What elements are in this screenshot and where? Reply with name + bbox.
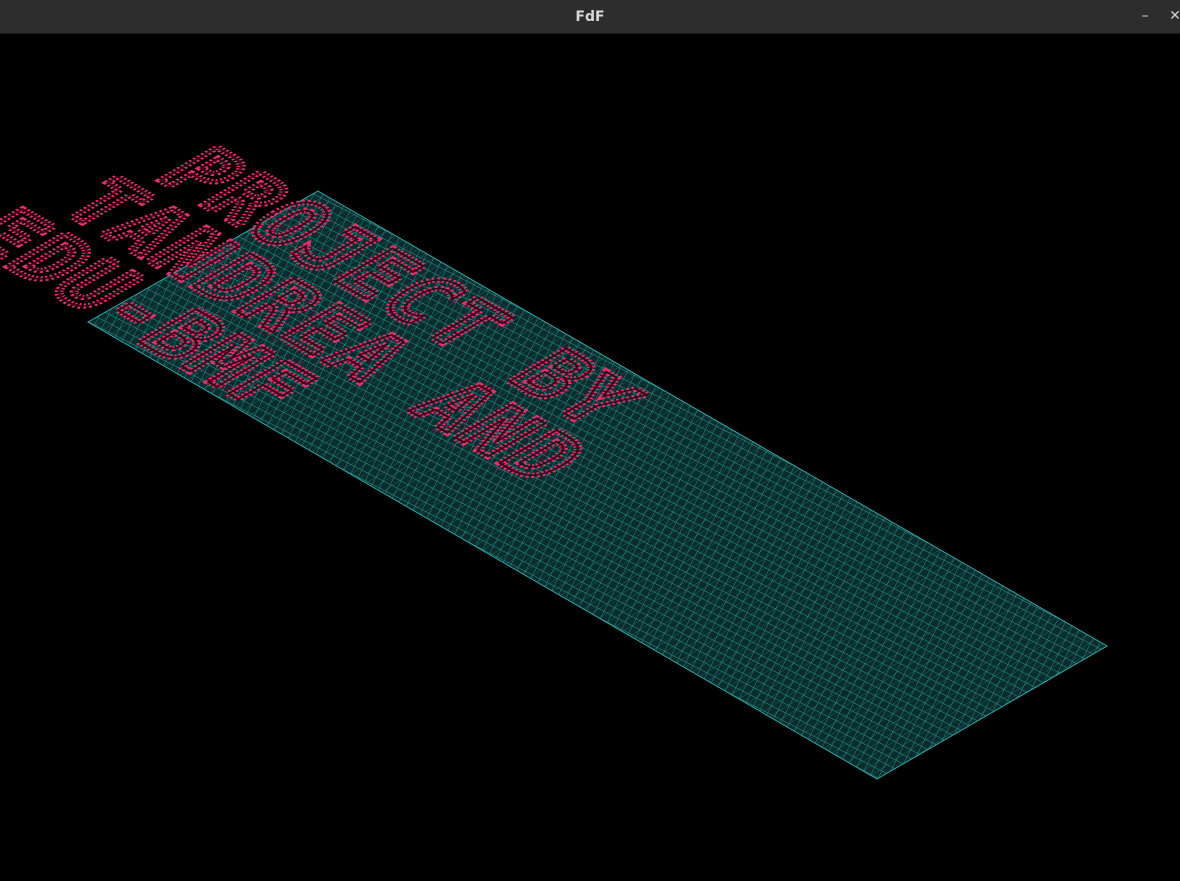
minimize-icon[interactable]: – <box>1134 0 1156 34</box>
title-bar: FdF – ✕ <box>0 0 1180 34</box>
close-icon[interactable]: ✕ <box>1164 0 1180 34</box>
render-canvas: PPRROOJJEECCTT BBYYTTAANNDDRREEAA AANNDD… <box>0 34 1180 881</box>
wireframe-map: PPRROOJJEECCTT BBYYTTAANNDDRREEAA AANNDD… <box>0 132 1108 780</box>
window-title: FdF <box>575 9 605 25</box>
